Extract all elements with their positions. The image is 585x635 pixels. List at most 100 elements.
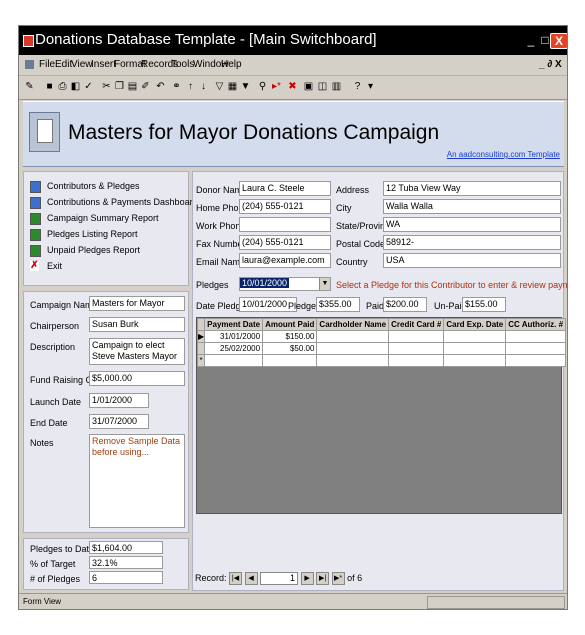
column-header[interactable]: Amount Paid	[262, 318, 318, 331]
description-field[interactable]: Campaign to elect Steve Masters Mayor	[89, 338, 185, 365]
table-cell[interactable]	[388, 354, 445, 367]
print-preview-icon[interactable]: ◧	[70, 80, 81, 93]
postal-code-field[interactable]: 58912-	[383, 235, 561, 250]
city-field[interactable]: Walla Walla	[383, 199, 561, 214]
fax-number-field[interactable]: (204) 555-0121	[239, 235, 331, 250]
save-icon[interactable]: ■	[44, 80, 55, 93]
undo-icon[interactable]: ↶	[155, 80, 166, 93]
filter-by-selection-icon[interactable]: ▽	[214, 80, 225, 93]
table-cell[interactable]	[388, 342, 445, 355]
end-date-field[interactable]: 31/07/2000	[89, 414, 149, 429]
view-icon[interactable]: ✎	[24, 80, 35, 93]
launch-date-field[interactable]: 1/01/2000	[89, 393, 149, 408]
chairperson-field[interactable]: Susan Burk	[89, 317, 185, 332]
table-cell[interactable]	[316, 330, 390, 343]
format-painter-icon[interactable]: ✐	[140, 80, 151, 93]
sort-descending-icon[interactable]: ↓	[198, 80, 209, 93]
address-field[interactable]: 12 Tuba View Way	[383, 181, 561, 196]
first-record-button[interactable]: |◀	[229, 572, 243, 585]
table-row[interactable]: 25/02/2000 $50.00	[196, 342, 567, 355]
table-cell[interactable]	[443, 342, 507, 355]
previous-record-button[interactable]: ◀	[244, 572, 258, 585]
pledges-selected-value: 10/01/2000	[240, 278, 290, 288]
notes-field[interactable]: Remove Sample Data before using...	[89, 434, 185, 528]
menu-insert[interactable]: Insert	[91, 59, 116, 70]
campaign-name-field[interactable]: Masters for Mayor	[89, 296, 185, 311]
menu-view[interactable]: View	[71, 59, 93, 70]
menu-help[interactable]: Help	[221, 59, 242, 70]
spelling-icon[interactable]: ✓	[83, 80, 94, 93]
help-icon[interactable]: ?	[352, 80, 363, 93]
column-header[interactable]: Payment Date	[204, 318, 264, 331]
table-cell[interactable]	[316, 354, 390, 367]
table-cell[interactable]: 25/02/2000	[204, 342, 264, 355]
switchboard-label: Pledges Listing Report	[47, 229, 138, 239]
menu-bar: File Edit View Insert Format Records Too…	[19, 55, 567, 76]
table-cell[interactable]	[505, 330, 567, 343]
column-header[interactable]: CC Authoriz. #	[505, 318, 567, 331]
copy-icon[interactable]: ❐	[114, 80, 125, 93]
table-cell[interactable]: 31/01/2000	[204, 330, 264, 343]
new-object-icon[interactable]: ▥	[331, 80, 342, 93]
chevron-down-icon[interactable]: ▼	[319, 278, 330, 290]
paid-field[interactable]: $200.00	[383, 297, 427, 312]
new-record-row[interactable]: *	[196, 354, 567, 367]
pledged-field[interactable]: $355.00	[316, 297, 360, 312]
column-header[interactable]: Credit Card #	[388, 318, 445, 331]
last-record-button[interactable]: ▶|	[316, 572, 330, 585]
state-province-field[interactable]: WA	[383, 217, 561, 232]
delete-record-icon[interactable]: ✖	[287, 80, 298, 93]
column-header[interactable]: Card Exp. Date	[443, 318, 507, 331]
current-record-icon[interactable]: ▶	[196, 330, 206, 343]
work-phone-field[interactable]	[239, 217, 331, 232]
menu-edit[interactable]: Edit	[55, 59, 72, 70]
table-cell[interactable]: $150.00	[262, 330, 318, 343]
table-cell[interactable]	[316, 342, 390, 355]
cut-icon[interactable]: ✂	[101, 80, 112, 93]
more-options-icon[interactable]: ▾	[365, 80, 376, 93]
menu-tools[interactable]: Tools	[171, 59, 194, 70]
campaign-name-label: Campaign Name	[30, 300, 98, 310]
sort-ascending-icon[interactable]: ↑	[185, 80, 196, 93]
page-title: Masters for Mayor Donations Campaign	[68, 121, 440, 144]
table-cell[interactable]	[262, 354, 318, 367]
home-phone-field[interactable]: (204) 555-0121	[239, 199, 331, 214]
table-cell[interactable]	[388, 330, 445, 343]
table-cell[interactable]	[204, 354, 264, 367]
new-record-button[interactable]: ▶*	[331, 572, 345, 585]
email-name-field[interactable]: laura@example.com	[239, 253, 331, 268]
table-row[interactable]: ▶ 31/01/2000 $150.00	[196, 330, 567, 343]
report-icon	[30, 229, 41, 241]
new-record-icon[interactable]: *	[196, 354, 206, 367]
pledges-dropdown[interactable]: 10/01/2000 ▼	[239, 277, 331, 291]
close-icon[interactable]: X	[550, 33, 567, 49]
table-cell[interactable]: $50.00	[262, 342, 318, 355]
country-field[interactable]: USA	[383, 253, 561, 268]
table-cell[interactable]	[505, 354, 567, 367]
template-link[interactable]: An aadconsulting.com Template	[447, 150, 560, 159]
row-selector-header[interactable]	[196, 318, 206, 331]
find-icon[interactable]: ⚲	[257, 80, 268, 93]
filter-by-form-icon[interactable]: ▦	[227, 80, 238, 93]
table-cell[interactable]	[443, 354, 507, 367]
properties-icon[interactable]: ▣	[303, 80, 314, 93]
document-window-controls[interactable]: _ ∂ X	[539, 59, 562, 70]
print-icon[interactable]: ⎙	[57, 80, 68, 93]
hyperlink-icon[interactable]: ⚭	[171, 80, 182, 93]
payments-subform[interactable]: Payment Date Amount Paid Cardholder Name…	[196, 317, 567, 514]
table-cell[interactable]	[505, 342, 567, 355]
unpaid-field[interactable]: $155.00	[462, 297, 506, 312]
apply-filter-icon[interactable]: ▼	[240, 80, 251, 93]
next-record-button[interactable]: ▶	[300, 572, 314, 585]
database-window-icon[interactable]: ◫	[317, 80, 328, 93]
paste-icon[interactable]: ▤	[127, 80, 138, 93]
row-selector[interactable]	[196, 342, 206, 355]
table-cell[interactable]	[443, 330, 507, 343]
current-record-field[interactable]: 1	[260, 572, 299, 585]
fund-raising-goal-field[interactable]: $5,000.00	[89, 371, 185, 386]
new-record-icon[interactable]: ▸*	[271, 80, 282, 93]
donor-name-field[interactable]: Laura C. Steele	[239, 181, 331, 196]
menu-file[interactable]: File	[39, 59, 55, 70]
column-header[interactable]: Cardholder Name	[316, 318, 390, 331]
blue-button-icon	[30, 181, 41, 193]
